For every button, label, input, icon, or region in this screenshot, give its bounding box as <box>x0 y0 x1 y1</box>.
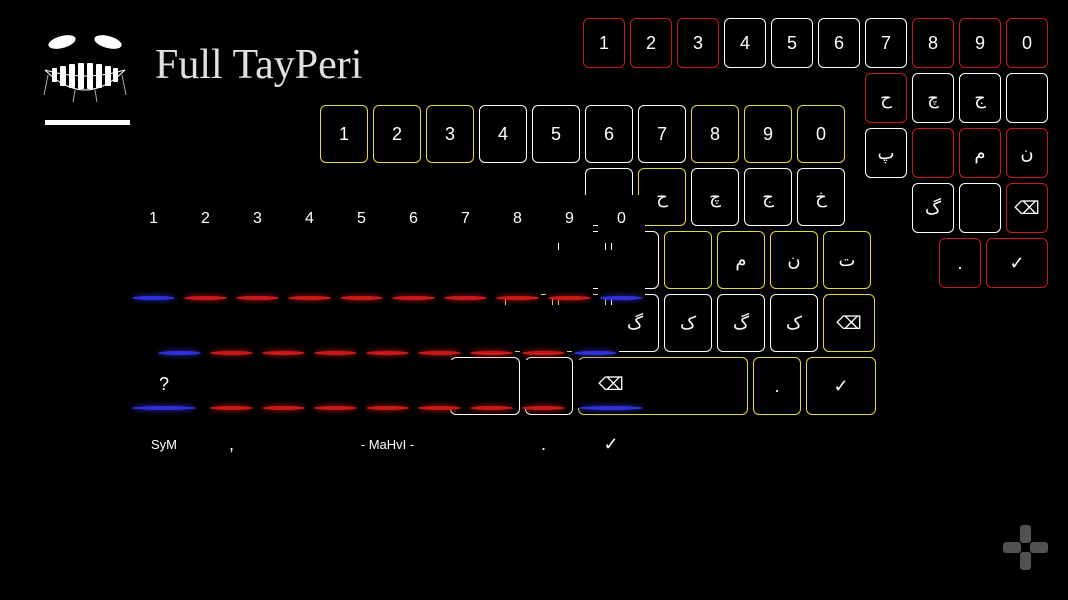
kb2-r3-k2b[interactable]: ک <box>770 294 818 352</box>
kb3-space-key[interactable]: - MaHvI - <box>265 420 510 468</box>
kb2-key-3[interactable]: 3 <box>426 105 474 163</box>
kb2-key-0[interactable]: 0 <box>797 105 845 163</box>
kb1-key-0[interactable]: 0 <box>1006 18 1048 68</box>
kb3-enter-key[interactable]: ✓ <box>577 420 645 468</box>
kb2-key-8[interactable]: 8 <box>691 105 739 163</box>
kb3-r1-2[interactable] <box>234 250 281 298</box>
kb3-key-7[interactable]: 7 <box>442 195 489 243</box>
kb3-r1-8[interactable] <box>546 250 593 298</box>
kb3-comma-key[interactable]: , <box>208 420 255 468</box>
kb3-r3-6[interactable] <box>468 360 515 408</box>
kb3-r2-2[interactable] <box>260 305 307 353</box>
kb2-r2-n[interactable]: ن <box>770 231 818 289</box>
kb1-key-7[interactable]: 7 <box>865 18 907 68</box>
kb3-dot-key[interactable]: . <box>520 420 567 468</box>
kb3-backspace-key[interactable]: ⌫ <box>577 360 645 408</box>
kb1-key-9[interactable]: 9 <box>959 18 1001 68</box>
app-title: Full TayPeri <box>155 41 362 89</box>
kb3-r3-1[interactable] <box>208 360 255 408</box>
kb3-key-0[interactable]: 0 <box>598 195 645 243</box>
kb3-r3-5[interactable] <box>416 360 463 408</box>
kb1-backspace-key[interactable]: ⌫ <box>1006 183 1048 233</box>
kb1-dot-key[interactable]: . <box>939 238 981 288</box>
kb1-key-1[interactable]: 1 <box>583 18 625 68</box>
keyboard-glow: 1 2 3 4 5 6 7 8 9 0 ? ⌫ SyM , - MaHvI - … <box>130 195 690 565</box>
kb2-r1-k6[interactable]: چ <box>691 168 739 226</box>
kb3-key-3[interactable]: 3 <box>234 195 281 243</box>
kb1-key-3[interactable]: 3 <box>677 18 719 68</box>
kb2-enter-key[interactable]: ✓ <box>806 357 876 415</box>
kb3-r2-7[interactable] <box>520 305 567 353</box>
kb1-key-6[interactable]: 6 <box>818 18 860 68</box>
kb2-r2-t[interactable]: ت <box>823 231 871 289</box>
kb3-r1-7[interactable] <box>494 250 541 298</box>
kb1-r3-k[interactable] <box>959 183 1001 233</box>
kb3-r2-3[interactable] <box>312 305 359 353</box>
kb2-r2-m[interactable]: م <box>717 231 765 289</box>
kb2-dot-key[interactable]: . <box>753 357 801 415</box>
kb3-key-9[interactable]: 9 <box>546 195 593 243</box>
kb3-key-4[interactable]: 4 <box>286 195 333 243</box>
kb2-key-5[interactable]: 5 <box>532 105 580 163</box>
watermark-icon <box>998 520 1053 580</box>
kb2-key-2[interactable]: 2 <box>373 105 421 163</box>
kb3-r1-3[interactable] <box>286 250 333 298</box>
kb3-r2-4[interactable] <box>364 305 411 353</box>
kb3-key-2[interactable]: 2 <box>182 195 229 243</box>
kb1-r1-k8[interactable] <box>1006 73 1048 123</box>
kb1-r2-m[interactable]: م <box>959 128 1001 178</box>
kb2-key-9[interactable]: 9 <box>744 105 792 163</box>
logo-underline <box>45 120 130 125</box>
kb3-r1-6[interactable] <box>442 250 489 298</box>
kb3-r2-5[interactable] <box>416 305 463 353</box>
app-logo-area: Full TayPeri <box>30 20 362 110</box>
kb3-r1-1[interactable] <box>182 250 229 298</box>
kb3-r3-7[interactable] <box>520 360 567 408</box>
kb2-backspace-key[interactable]: ⌫ <box>823 294 875 352</box>
kb1-r2-n[interactable]: ن <box>1006 128 1048 178</box>
kb3-sym-key[interactable]: SyM <box>130 420 198 468</box>
kb1-enter-key[interactable]: ✓ <box>986 238 1048 288</box>
kb3-key-5[interactable]: 5 <box>338 195 385 243</box>
kb3-r1-0[interactable] <box>130 250 177 298</box>
kb1-key-5[interactable]: 5 <box>771 18 813 68</box>
kb3-r3-2[interactable] <box>260 360 307 408</box>
kb3-key-6[interactable]: 6 <box>390 195 437 243</box>
kb3-r3-4[interactable] <box>364 360 411 408</box>
kb3-r2-1[interactable] <box>208 305 255 353</box>
kb3-key-1[interactable]: 1 <box>130 195 177 243</box>
kb3-r1-9[interactable] <box>598 250 645 298</box>
kb1-key-8[interactable]: 8 <box>912 18 954 68</box>
kb3-r2-8[interactable] <box>572 305 619 353</box>
kb2-key-4[interactable]: 4 <box>479 105 527 163</box>
kb3-r1-5[interactable] <box>390 250 437 298</box>
kb1-key-2[interactable]: 2 <box>630 18 672 68</box>
kb3-r3-3[interactable] <box>312 360 359 408</box>
logo-face-icon <box>30 20 140 110</box>
kb2-key-6[interactable]: 6 <box>585 105 633 163</box>
kb2-r3-g2[interactable]: گ <box>717 294 765 352</box>
kb1-r3-g[interactable]: گ <box>912 183 954 233</box>
kb2-key-1[interactable]: 1 <box>320 105 368 163</box>
kb1-r1-k7[interactable]: ج <box>959 73 1001 123</box>
kb1-key-4[interactable]: 4 <box>724 18 766 68</box>
kb3-key-8[interactable]: 8 <box>494 195 541 243</box>
kb2-key-7[interactable]: 7 <box>638 105 686 163</box>
kb1-r2-k5[interactable] <box>912 128 954 178</box>
kb3-question-key[interactable]: ? <box>130 360 198 408</box>
kb3-r1-4[interactable] <box>338 250 385 298</box>
kb2-r1-k8[interactable]: خ <box>797 168 845 226</box>
kb1-r1-k6[interactable]: چ <box>912 73 954 123</box>
kb3-r2-6[interactable] <box>468 305 515 353</box>
kb3-r2-0[interactable] <box>156 305 203 353</box>
kb2-r1-k7[interactable]: ج <box>744 168 792 226</box>
